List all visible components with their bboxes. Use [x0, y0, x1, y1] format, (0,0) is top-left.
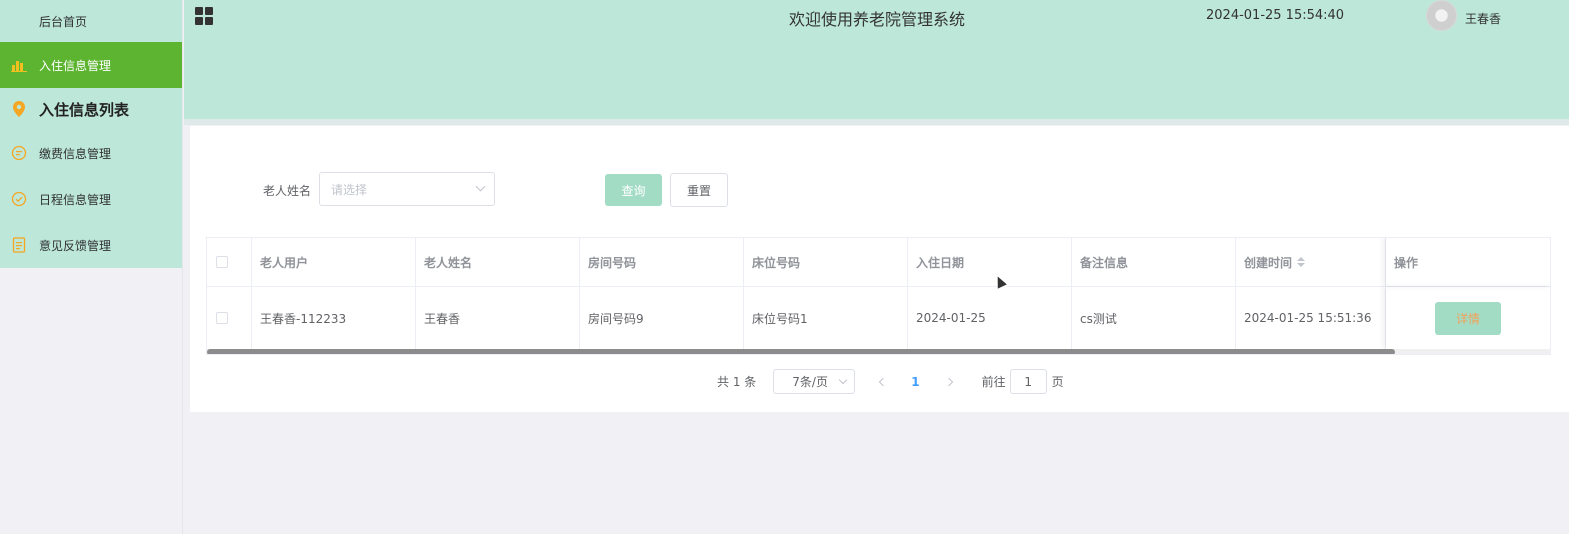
table-header: 老人用户 老人姓名 房间号码 床位号码 入住日期 备注信息 创建时间 操作 [207, 238, 1550, 287]
sidebar-item-schedule-management[interactable]: 日程信息管理 [0, 176, 182, 222]
select-placeholder: 请选择 [331, 182, 368, 197]
top-header: 欢迎使用养老院管理系统 2024-01-25 15:54:40 王春香 [184, 0, 1569, 119]
location-pin-icon [10, 100, 28, 118]
page-size-value: 7条/页 [792, 375, 828, 389]
sidebar: 后台首页 入住信息管理 入住信息列表 缴费信息管理 日程信息管理 意见反馈管理 [0, 0, 183, 534]
table-cell: 床位号码1 [744, 287, 908, 349]
pagination: 共 1 条 7条/页 1 前往 1 页 [717, 369, 1064, 394]
table-cell: 王春香-112233 [252, 287, 416, 349]
grid-menu-icon[interactable] [195, 7, 213, 25]
elder-name-select[interactable]: 请选择 [319, 172, 495, 206]
table-cell: 2024-01-25 15:51:36 [1236, 287, 1386, 349]
check-circle-icon [10, 190, 28, 208]
table-cell: 房间号码9 [580, 287, 744, 349]
sidebar-item-label: 入住信息列表 [39, 100, 130, 119]
elder-name-label: 老人姓名 [263, 184, 312, 198]
sidebar-menu: 后台首页 入住信息管理 入住信息列表 缴费信息管理 日程信息管理 意见反馈管理 [0, 0, 182, 268]
sidebar-item-checkin-list[interactable]: 入住信息列表 [0, 88, 182, 130]
sort-caret-icon[interactable] [1297, 257, 1306, 267]
row-checkbox-cell [207, 287, 252, 349]
document-icon [10, 236, 28, 254]
avatar[interactable] [1426, 0, 1457, 31]
username[interactable]: 王春香 [1465, 10, 1501, 27]
prev-page-icon[interactable] [879, 377, 888, 386]
main-panel: 老人姓名 请选择 查询 重置 老人用户 老人姓名 房间号码 床位号码 入住日期 … [190, 126, 1569, 412]
column-header: 房间号码 [580, 238, 744, 286]
table-row: 王春香-112233 王春香 房间号码9 床位号码1 2024-01-25 cs… [207, 287, 1550, 349]
chat-bubble-icon [10, 144, 28, 162]
action-cell: 详情 [1386, 287, 1550, 349]
chevron-down-icon [839, 375, 848, 385]
query-button[interactable]: 查询 [605, 174, 662, 206]
sidebar-item-label: 缴费信息管理 [39, 146, 112, 161]
column-header-created-sortable[interactable]: 创建时间 [1236, 238, 1386, 286]
sidebar-item-label: 后台首页 [39, 14, 88, 29]
horizontal-scrollbar[interactable] [207, 349, 1550, 354]
detail-button[interactable]: 详情 [1435, 301, 1501, 335]
goto-page-input[interactable]: 1 [1009, 369, 1047, 394]
column-header-label: 创建时间 [1244, 255, 1293, 270]
column-header: 老人姓名 [416, 238, 580, 286]
column-header: 老人用户 [252, 238, 416, 286]
page-number-current[interactable]: 1 [911, 375, 919, 389]
page-size-select[interactable]: 7条/页 [773, 369, 856, 394]
column-header: 操作 [1386, 238, 1550, 286]
bar-chart-icon [10, 56, 28, 74]
page-suffix-label: 页 [1051, 375, 1064, 389]
sidebar-item-label: 意见反馈管理 [39, 238, 112, 253]
total-count: 共 1 条 [717, 375, 757, 389]
scrollbar-thumb[interactable] [207, 349, 1395, 354]
sidebar-item-label: 入住信息管理 [39, 58, 112, 73]
datetime-display: 2024-01-25 15:54:40 [1206, 8, 1345, 23]
row-checkbox[interactable] [216, 312, 228, 324]
reset-button[interactable]: 重置 [670, 173, 728, 207]
checkin-table: 老人用户 老人姓名 房间号码 床位号码 入住日期 备注信息 创建时间 操作 王春… [206, 237, 1551, 355]
column-header: 备注信息 [1072, 238, 1236, 286]
select-all-cell [207, 238, 252, 286]
next-page-icon[interactable] [944, 377, 953, 386]
column-header: 床位号码 [744, 238, 908, 286]
sidebar-item-home[interactable]: 后台首页 [0, 0, 182, 42]
goto-label: 前往 [981, 375, 1006, 389]
table-cell: 王春香 [416, 287, 580, 349]
table-cell: 2024-01-25 [908, 287, 1072, 349]
sidebar-item-checkin-management[interactable]: 入住信息管理 [0, 42, 182, 88]
table-cell: cs测试 [1072, 287, 1236, 349]
sidebar-item-payment-management[interactable]: 缴费信息管理 [0, 130, 182, 176]
select-all-checkbox[interactable] [216, 256, 228, 268]
chevron-down-icon [475, 181, 486, 192]
sidebar-item-label: 日程信息管理 [39, 192, 112, 207]
sidebar-item-feedback-management[interactable]: 意见反馈管理 [0, 222, 182, 268]
page-title: 欢迎使用养老院管理系统 [789, 10, 966, 29]
column-header: 入住日期 [908, 238, 1072, 286]
header-divider [184, 119, 1569, 125]
